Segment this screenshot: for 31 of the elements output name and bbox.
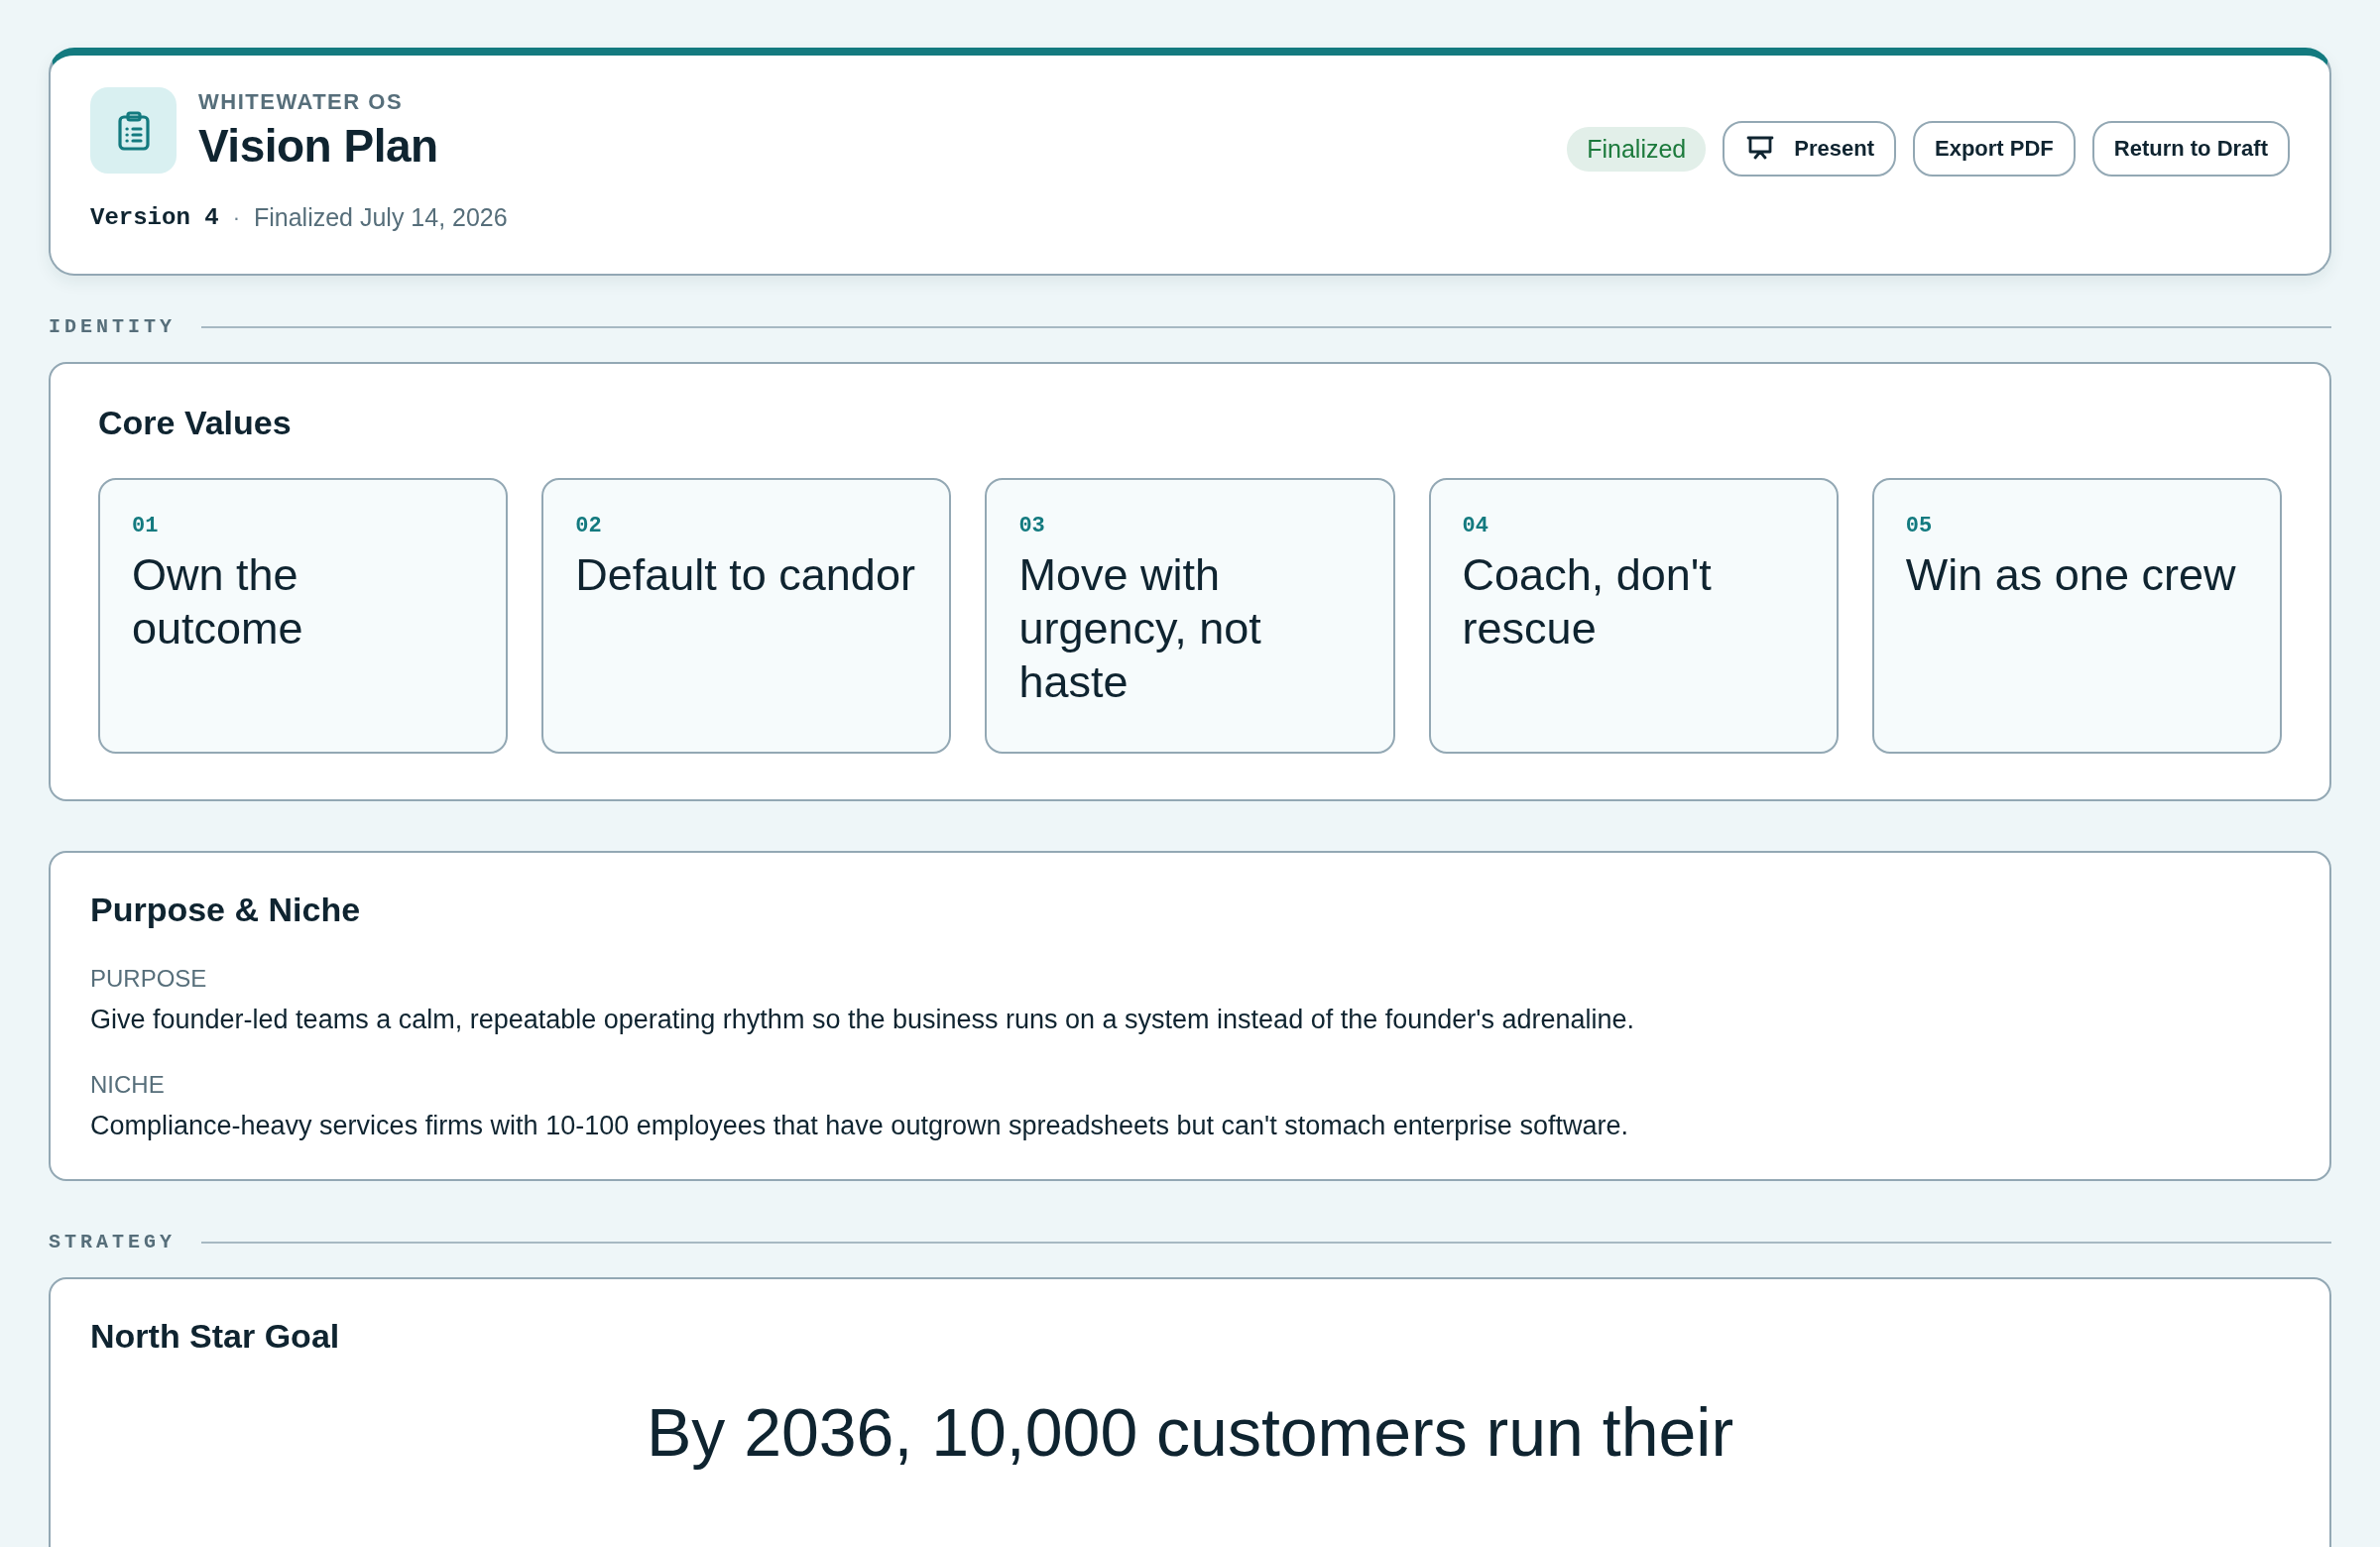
card-title: Core Values	[98, 404, 293, 442]
value-number: 03	[1018, 514, 1046, 538]
field-text: Give founder-led teams a calm, repeatable operating rhythm so the business runs on a system instead of the founder's adrenaline.	[90, 1005, 1635, 1035]
value-text: Default to candor	[575, 548, 916, 602]
goal-text: By 2036, 10,000 customers run their	[645, 1393, 1735, 1471]
value-text: Own the outcome	[132, 548, 304, 655]
status-badge: Finalized	[1567, 126, 1707, 172]
separator-dot: ·	[232, 204, 240, 231]
action-button[interactable]: Return to Draft	[2091, 121, 2290, 177]
brand-name: WHITEWATER OS	[198, 88, 405, 115]
clipboard-icon	[90, 87, 177, 174]
value-number: 04	[1462, 514, 1489, 538]
finalized-date: Finalized July 14, 2026	[253, 203, 508, 232]
page-title: Vision Plan	[198, 118, 438, 173]
section-label: STRATEGY	[49, 1231, 176, 1253]
value-number: 01	[132, 514, 160, 538]
card-title: Purpose & Niche	[90, 891, 361, 929]
section-label: IDENTITY	[49, 315, 176, 338]
field-label: PURPOSE	[90, 965, 207, 993]
card-title: North Star Goal	[90, 1317, 341, 1356]
value-number: 02	[575, 514, 603, 538]
value-number: 05	[1905, 514, 1934, 538]
version-label: Version 4	[90, 204, 219, 231]
field-label: NICHE	[90, 1071, 165, 1099]
value-text: Move with urgency, not haste	[1018, 548, 1262, 709]
value-text: Coach, don't rescue	[1462, 548, 1713, 655]
field-text: Compliance-heavy services firms with 10-100 employees that have outgrown spreadsheets but can't stomach enterprise software.	[90, 1111, 1628, 1141]
present-button[interactable]: Present	[1723, 121, 1896, 177]
presentation-icon	[1746, 136, 1775, 162]
value-text: Win as one crew	[1905, 548, 2237, 602]
action-button[interactable]: Export PDF	[1913, 121, 2076, 177]
